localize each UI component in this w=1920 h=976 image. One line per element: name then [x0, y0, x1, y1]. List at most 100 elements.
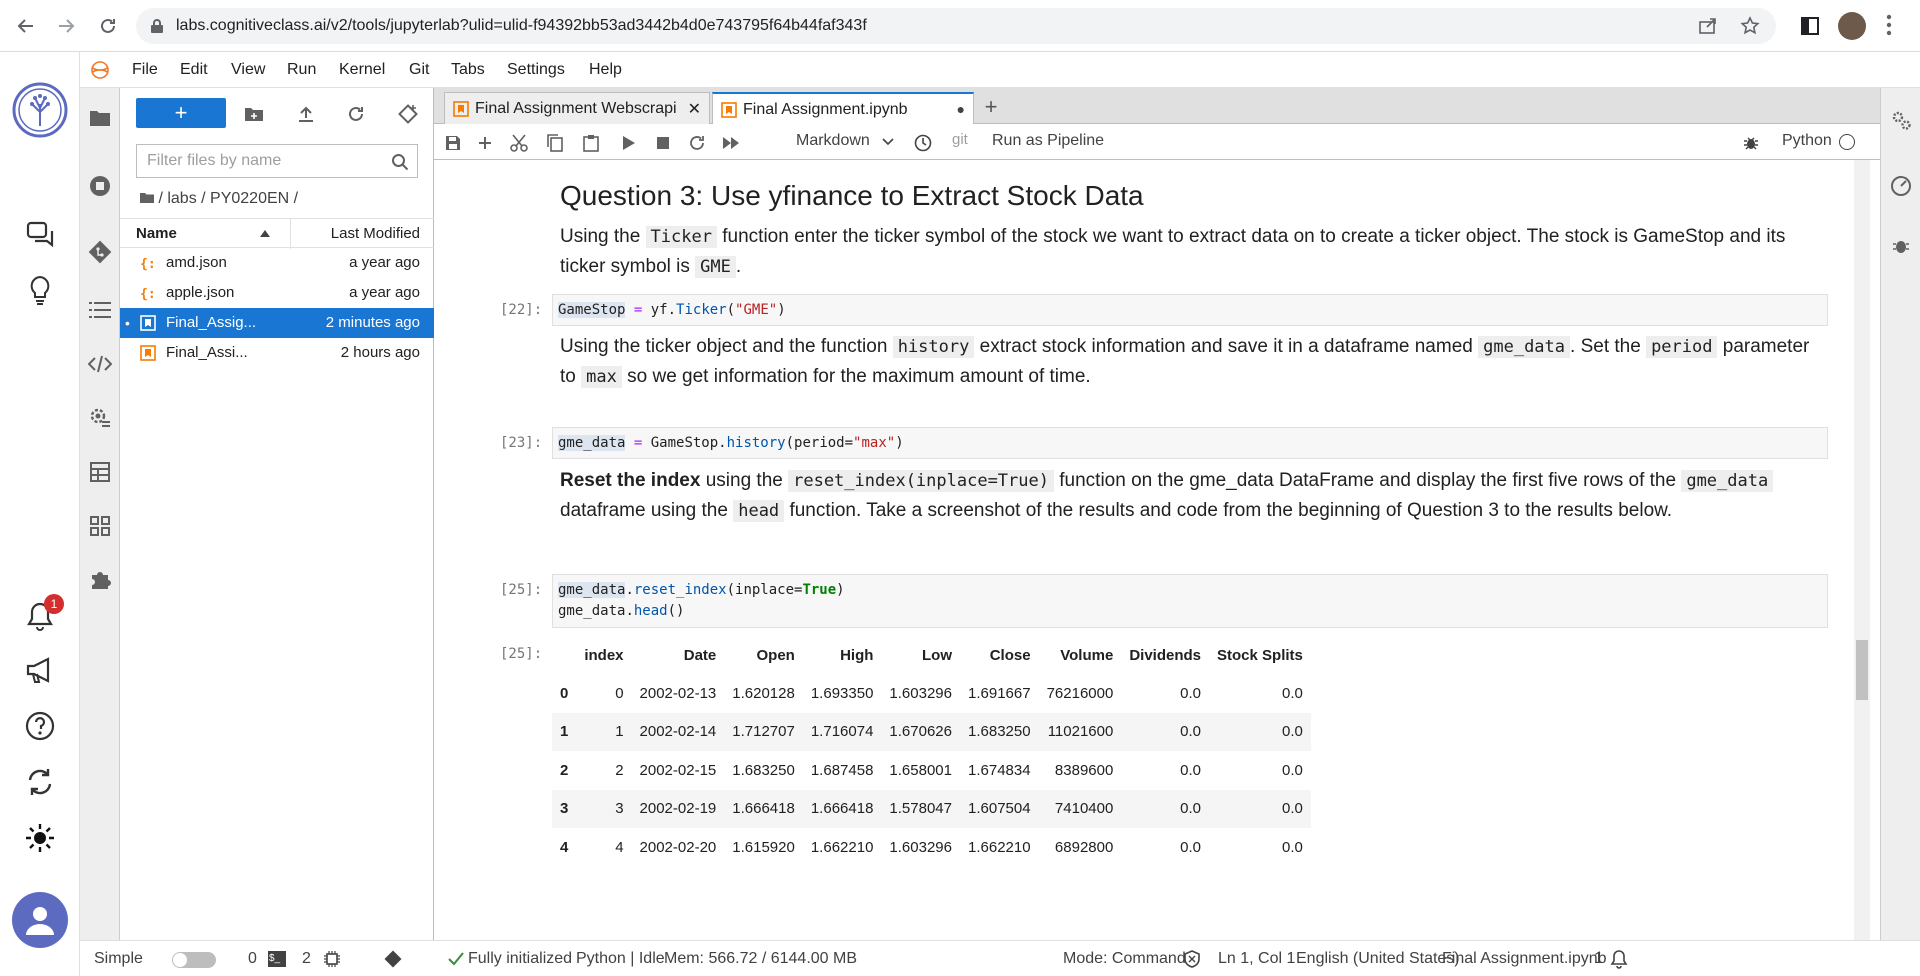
menu-git[interactable]: Git [409, 61, 429, 79]
puzzle-icon[interactable] [88, 568, 112, 592]
insert-cell-icon[interactable] [474, 132, 496, 154]
menu-tabs[interactable]: Tabs [451, 61, 485, 79]
git-label[interactable]: git [952, 131, 968, 148]
debugger-bug-icon[interactable] [1740, 132, 1762, 154]
markdown-cell-history[interactable]: Using the ticker object and the function… [560, 332, 1810, 392]
run-cell-icon[interactable] [618, 132, 640, 154]
copy-icon[interactable] [544, 132, 566, 154]
md-text: . [735, 256, 742, 277]
run-as-pipeline-button[interactable]: Run as Pipeline [992, 132, 1104, 150]
cursor-position[interactable]: Ln 1, Col 1 [1218, 950, 1295, 968]
new-launcher-button[interactable]: + [136, 98, 226, 128]
close-tab-icon[interactable]: ✕ [688, 99, 701, 119]
menu-help[interactable]: Help [589, 61, 622, 79]
address-bar[interactable]: labs.cognitiveclass.ai/v2/tools/jupyterl… [136, 8, 1776, 44]
lightbulb-icon[interactable] [18, 268, 62, 312]
extension-grid-icon[interactable] [88, 514, 112, 538]
table-row: 3 3 2002-02-19 1.666418 1.666418 1.57804… [552, 789, 1311, 828]
inline-code: gme_data [1478, 336, 1571, 358]
share-icon[interactable] [1698, 17, 1718, 35]
theme-sun-icon[interactable] [18, 816, 62, 860]
add-tab-button[interactable]: + [976, 92, 1006, 122]
terminal-icon[interactable]: $_ [268, 951, 286, 967]
markdown-cell-heading[interactable]: Question 3: Use yfinance to Extract Stoc… [560, 178, 1810, 214]
bookmark-star-icon[interactable] [1740, 16, 1760, 36]
code-cell-22[interactable]: GameStop = yf.Ticker("GME") [552, 294, 1828, 326]
md-text: using the [700, 470, 789, 491]
simple-mode-toggle[interactable] [172, 952, 216, 968]
megaphone-icon[interactable] [18, 648, 62, 692]
folder-icon[interactable] [88, 106, 112, 130]
plus-icon: + [174, 100, 188, 125]
file-row-final-assignment-selected[interactable]: • Final_Assig... 2 minutes ago [120, 308, 434, 338]
refresh-icon[interactable] [344, 102, 368, 126]
table-icon[interactable] [88, 460, 112, 484]
code-snippet-icon[interactable] [88, 352, 112, 376]
row-index: 4 [560, 838, 569, 856]
table-cell: 8389600 [1054, 761, 1114, 779]
menu-run[interactable]: Run [287, 61, 316, 79]
kebab-menu-icon[interactable] [1886, 14, 1892, 36]
notifications-bell-icon[interactable]: 1 [18, 594, 64, 638]
tab-final-assignment-ipynb[interactable]: Final Assignment.ipynb ● [712, 92, 974, 125]
cut-icon[interactable] [508, 132, 530, 154]
stop-kernel-icon[interactable] [652, 132, 674, 154]
brand-logo[interactable] [12, 82, 68, 138]
markdown-cell-reset-index[interactable]: Reset the index using the reset_index(in… [560, 466, 1810, 526]
column-name[interactable]: Name [136, 225, 177, 242]
code-paren: ) [777, 302, 786, 318]
cell-type-select[interactable]: Markdown [796, 132, 870, 150]
user-avatar[interactable] [12, 892, 68, 948]
debugger-icon[interactable] [1889, 234, 1913, 258]
trusted-shield-icon[interactable] [1184, 950, 1200, 968]
filter-files-input[interactable]: Filter files by name [136, 144, 418, 178]
help-icon[interactable] [18, 704, 62, 748]
code-cell-25[interactable]: gme_data.reset_index(inplace=True) gme_d… [552, 574, 1828, 628]
resource-gauge-icon[interactable] [1889, 174, 1913, 198]
upload-icon[interactable] [294, 102, 318, 126]
restart-kernel-icon[interactable] [686, 132, 708, 154]
code-cell-23[interactable]: gme_data = GameStop.history(period="max"… [552, 427, 1828, 459]
git-status-icon[interactable] [384, 950, 402, 968]
menu-view[interactable]: View [231, 61, 265, 79]
code-paren: ( [726, 302, 736, 318]
sidepanel-icon[interactable] [1800, 16, 1820, 36]
notebook-panel: Question 3: Use yfinance to Extract Stoc… [434, 160, 1880, 940]
back-button[interactable] [10, 10, 42, 42]
file-row-final-assi[interactable]: Final_Assi... 2 hours ago [120, 338, 434, 368]
column-last-modified[interactable]: Last Modified [331, 225, 420, 242]
paste-icon[interactable] [580, 132, 602, 154]
property-inspector-icon[interactable] [88, 406, 112, 430]
kernel-name[interactable]: Python [1782, 132, 1832, 150]
reload-button[interactable] [92, 10, 124, 42]
running-stop-icon[interactable] [88, 174, 112, 198]
git-icon[interactable] [88, 240, 112, 264]
toc-list-icon[interactable] [88, 298, 112, 322]
save-icon[interactable] [442, 132, 464, 154]
file-row-amd[interactable]: {:} amd.json a year ago [120, 248, 434, 278]
menu-settings[interactable]: Settings [507, 61, 565, 79]
menu-edit[interactable]: Edit [180, 61, 208, 79]
bell-icon[interactable] [1610, 949, 1628, 969]
markdown-cell-ticker[interactable]: Using the Ticker function enter the tick… [560, 222, 1810, 282]
menu-kernel[interactable]: Kernel [339, 61, 385, 79]
clock-icon[interactable] [912, 132, 934, 154]
language[interactable]: English (United States) [1296, 950, 1460, 968]
forward-button[interactable] [50, 10, 82, 42]
profile-avatar[interactable] [1838, 12, 1866, 40]
git-clone-icon[interactable] [396, 102, 420, 126]
unsaved-dot-icon[interactable]: ● [957, 101, 965, 117]
sync-icon[interactable] [18, 760, 62, 804]
menu-file[interactable]: File [132, 61, 158, 79]
fast-forward-icon[interactable] [720, 132, 742, 154]
kernel-status[interactable]: Python | Idle [576, 950, 665, 968]
new-folder-icon[interactable] [242, 102, 266, 126]
tab-final-assignment-webscraping[interactable]: Final Assignment Webscrapi ✕ [444, 92, 710, 124]
notebook-scrollbar[interactable] [1854, 160, 1870, 940]
breadcrumb[interactable]: / labs / PY0220EN / [140, 190, 298, 208]
property-gears-icon[interactable] [1889, 108, 1913, 132]
scrollbar-thumb[interactable] [1856, 640, 1868, 700]
cpu-chip-icon[interactable] [324, 951, 340, 967]
file-row-apple[interactable]: {:} apple.json a year ago [120, 278, 434, 308]
chat-icon[interactable] [18, 212, 62, 256]
